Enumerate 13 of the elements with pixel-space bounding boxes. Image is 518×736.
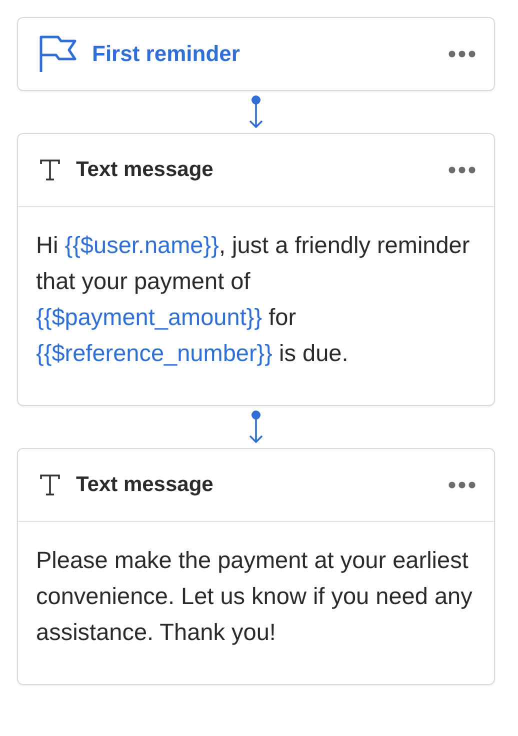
message-text: Hi {{$user.name}}, just a friendly reminder that your payment of {{$payment_amount}} for {{$reference_number}} is due. <box>35 231 471 368</box>
more-icon[interactable] <box>448 481 476 489</box>
text-icon <box>38 473 62 497</box>
step-title: Text message <box>76 158 214 182</box>
more-icon[interactable] <box>448 166 476 174</box>
step-title: First reminder <box>92 41 241 67</box>
step-title: Text message <box>76 473 214 497</box>
text-icon <box>38 158 62 182</box>
more-icon[interactable] <box>448 50 476 58</box>
flag-icon <box>38 34 78 74</box>
message-text: Please make the payment at your earliest convenience. Let us know if you need any assistance. Thank you! <box>35 546 474 647</box>
connector-arrow <box>248 95 264 129</box>
connector-arrow <box>248 410 264 444</box>
